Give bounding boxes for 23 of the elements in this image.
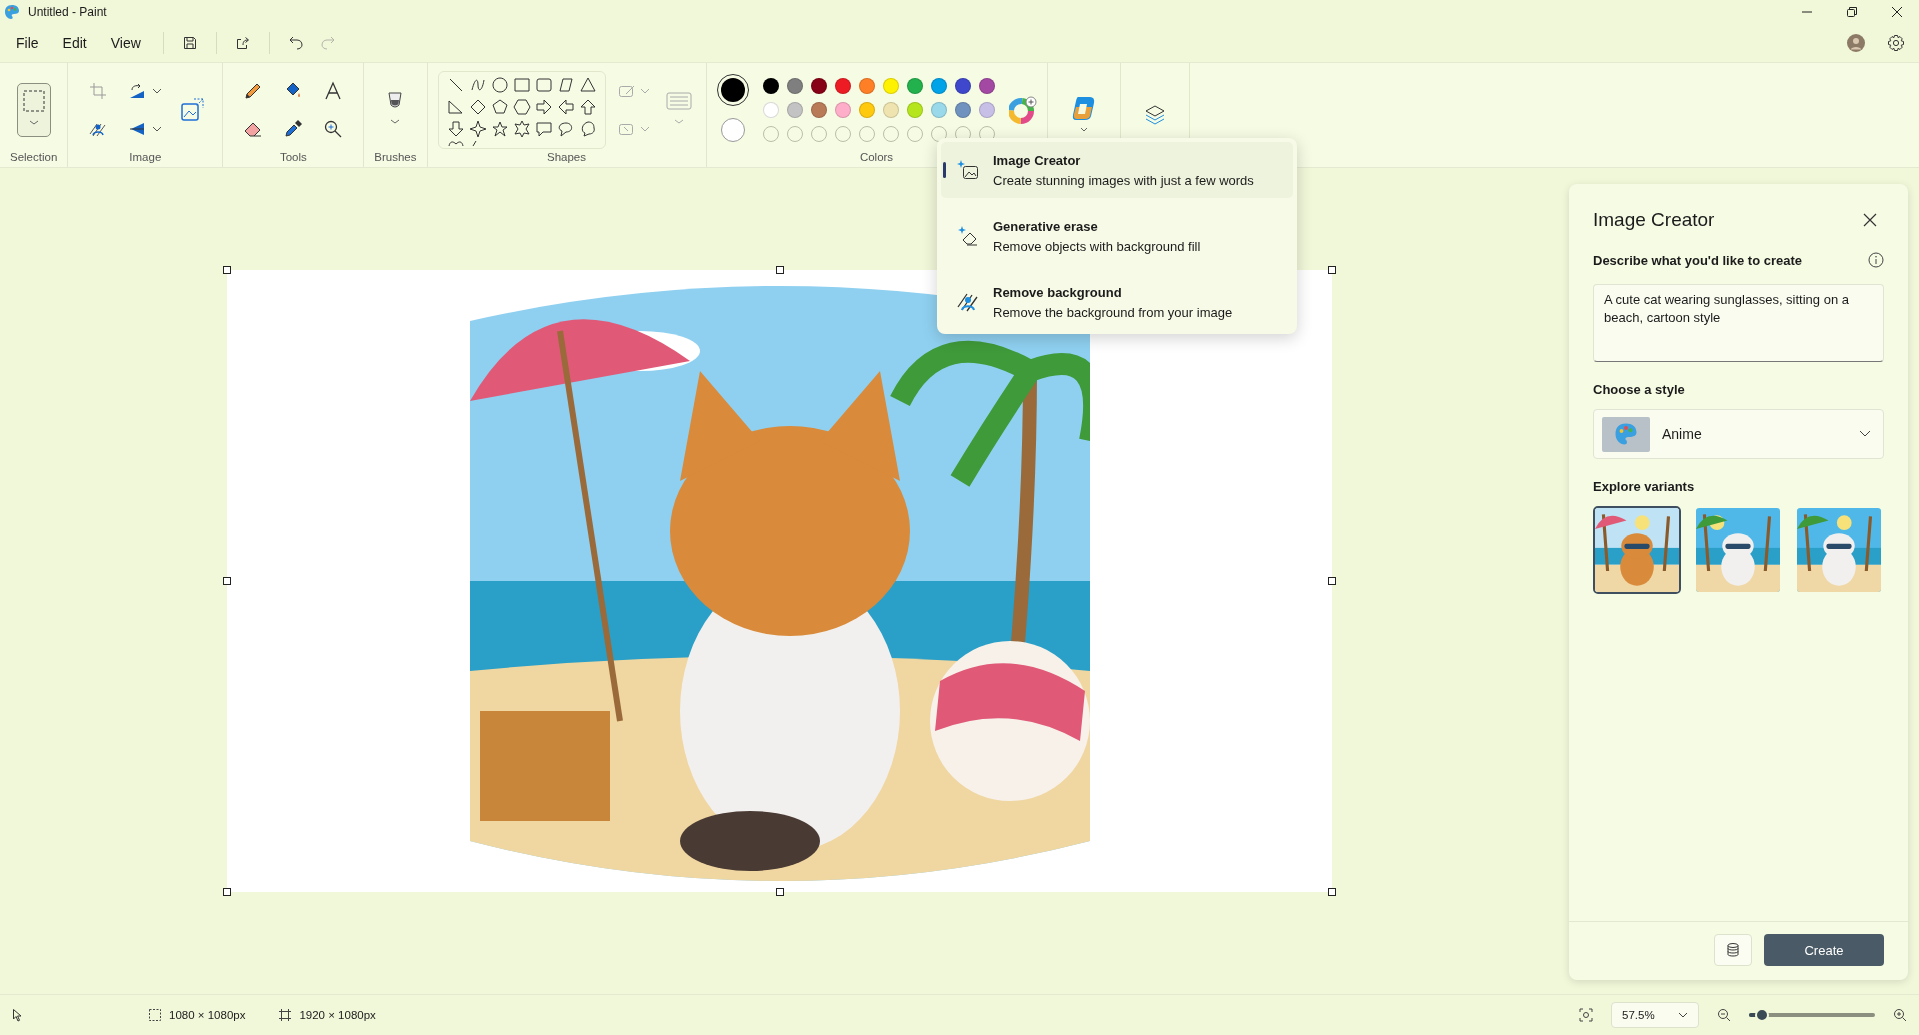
group-label: Brushes bbox=[374, 151, 417, 163]
canvas-size: 1920 × 1080px bbox=[299, 1009, 376, 1021]
group-label: Shapes bbox=[547, 151, 586, 163]
panel-title: Image Creator bbox=[1593, 209, 1715, 231]
zoom-dropdown[interactable]: 57.5% bbox=[1611, 1002, 1699, 1028]
prompt-field[interactable]: A cute cat wearing sunglasses, sitting on a beach, cartoon style bbox=[1593, 284, 1884, 362]
menu-item[interactable]: Remove background Remove the background from your image bbox=[941, 274, 1293, 330]
group-label: Image bbox=[129, 151, 162, 163]
prompt-label: Describe what you'd like to create bbox=[1593, 252, 1802, 268]
menu-item[interactable]: View bbox=[100, 29, 151, 57]
menu-item[interactable]: Image Creator Create stunning images with just a few words bbox=[941, 142, 1293, 198]
group-label: Tools bbox=[279, 151, 307, 163]
group-label: Colors bbox=[859, 151, 894, 163]
style-dropdown[interactable]: Anime bbox=[1593, 409, 1884, 459]
group-label: Selection bbox=[10, 151, 58, 163]
variants-label: Explore variants bbox=[1593, 479, 1696, 494]
menu-item[interactable]: File bbox=[6, 29, 49, 57]
selection-size: 1080 × 1080px bbox=[169, 1009, 246, 1021]
menu-item[interactable]: Generative erase Remove objects with background fill bbox=[941, 208, 1293, 264]
window-title: Untitled - Paint bbox=[28, 5, 107, 19]
create-button[interactable]: Create bbox=[1764, 934, 1884, 966]
style-label: Choose a style bbox=[1593, 382, 1686, 397]
menu-item[interactable]: Edit bbox=[52, 29, 97, 57]
